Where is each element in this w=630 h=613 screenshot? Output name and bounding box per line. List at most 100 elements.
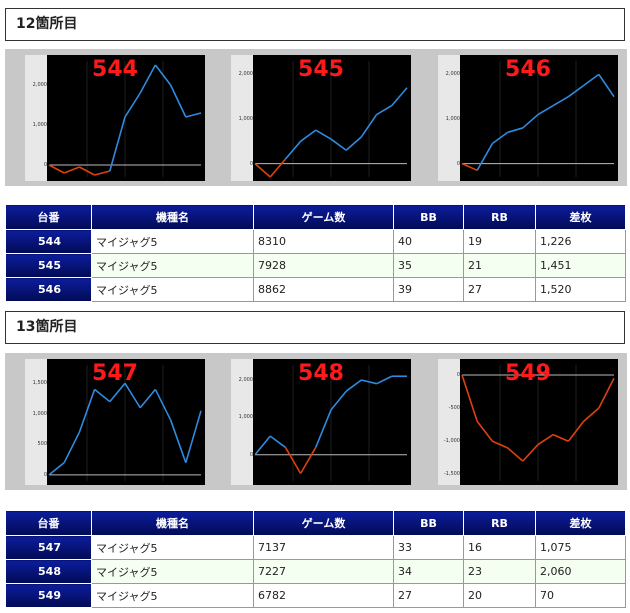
table-row: 547 マイジャグ5 7137 33 16 1,075 <box>5 535 626 560</box>
header-games: ゲーム数 <box>253 204 394 230</box>
series-segment <box>522 113 539 129</box>
rb-count: 23 <box>463 559 536 584</box>
y-tick-label: 2,000 <box>238 71 253 78</box>
coin-diff: 1,226 <box>535 229 626 254</box>
machine-number: 547 <box>5 535 92 560</box>
coin-diff: 1,520 <box>535 277 626 302</box>
series-segment <box>185 112 202 118</box>
table-row: 548 マイジャグ5 7227 34 23 2,060 <box>5 559 626 584</box>
y-tick-label: 0 <box>43 471 47 478</box>
series-segment <box>552 96 569 107</box>
model-name: マイジャグ5 <box>91 229 254 254</box>
rb-count: 27 <box>463 277 536 302</box>
series-segment <box>330 138 347 151</box>
series-segment <box>124 382 141 409</box>
machine-number: 548 <box>5 559 92 584</box>
section-title-13: 13箇所目 <box>5 311 625 344</box>
y-tick-label: 1,000 <box>238 116 253 122</box>
series-segment <box>94 170 111 176</box>
series-segment <box>345 136 362 151</box>
y-tick-label: 2,000 <box>445 71 460 78</box>
model-name: マイジャグ5 <box>91 583 254 608</box>
coin-diff: 2,060 <box>535 559 626 584</box>
y-tick-label: 0 <box>456 371 460 378</box>
graph-544: 544 2,000 1,000 0 <box>25 55 205 181</box>
game-count: 8862 <box>253 277 394 302</box>
y-tick-label: 2,000 <box>32 82 47 88</box>
header-model: 機種名 <box>91 510 254 536</box>
bb-count: 33 <box>393 535 464 560</box>
bb-count: 40 <box>393 229 464 254</box>
machine-table-13: 台番 機種名 ゲーム数 BB RB 差枚 547 マイジャグ5 7137 33 … <box>5 510 626 608</box>
series-segment <box>391 87 408 107</box>
machine-number: 546 <box>5 277 92 302</box>
graph-number-546: 546 <box>505 57 551 82</box>
series-segment <box>507 127 524 134</box>
graph-number-548: 548 <box>298 361 344 386</box>
series-segment <box>269 158 287 178</box>
graph-number-549: 549 <box>505 361 551 386</box>
header-games: ゲーム数 <box>253 510 394 536</box>
y-tick-label: 500 <box>37 441 47 448</box>
series-segment <box>254 163 271 178</box>
series-segment <box>583 407 600 422</box>
series-segment <box>537 104 554 116</box>
table-row: 546 マイジャグ5 8862 39 27 1,520 <box>5 277 626 302</box>
coin-diff: 70 <box>535 583 626 608</box>
y-tick-label: 1,500 <box>32 380 47 387</box>
graph-number-544: 544 <box>92 57 138 82</box>
section-title-12: 12箇所目 <box>5 8 625 41</box>
header-rb: RB <box>463 510 536 536</box>
header-machine-number: 台番 <box>5 204 92 230</box>
header-rb: RB <box>463 204 536 230</box>
y-tick-label: 1,000 <box>445 116 460 122</box>
series-segment <box>254 435 271 456</box>
header-bb: BB <box>393 510 464 536</box>
series-segment <box>185 410 202 463</box>
graph-545: 545 2,000 1,000 0 <box>231 55 411 181</box>
series-segment <box>63 431 81 464</box>
y-tick-label: -1,000 <box>443 438 460 445</box>
game-count: 6782 <box>253 583 394 608</box>
series-segment <box>552 433 569 442</box>
table-row: 544 マイジャグ5 8310 40 19 1,226 <box>5 229 626 254</box>
series-segment <box>109 116 126 172</box>
bb-count: 27 <box>393 583 464 608</box>
machine-number: 544 <box>5 229 92 254</box>
series-segment <box>476 420 494 442</box>
series-segment <box>315 409 332 448</box>
bb-count: 34 <box>393 559 464 584</box>
model-name: マイジャグ5 <box>91 559 254 584</box>
table-row: 549 マイジャグ5 6782 27 20 70 <box>5 583 626 608</box>
y-tick-label: 1,000 <box>32 122 47 128</box>
graph-number-545: 545 <box>298 57 344 82</box>
machine-table-12: 台番 機種名 ゲーム数 BB RB 差枚 544 マイジャグ5 8310 40 … <box>5 204 626 302</box>
series-segment <box>330 390 347 411</box>
series-segment <box>124 92 141 118</box>
series-segment <box>139 388 157 409</box>
series-segment <box>537 433 554 446</box>
series-segment <box>476 143 494 171</box>
graph-number-547: 547 <box>92 361 138 386</box>
y-tick-label: 0 <box>249 160 253 167</box>
series-segment <box>300 129 317 142</box>
series-segment <box>48 462 65 476</box>
series-segment <box>169 84 187 118</box>
graph-549: 549 0 -500 -1,000 -1,500 <box>438 359 618 485</box>
y-tick-label: 1,000 <box>32 410 47 417</box>
rb-count: 16 <box>463 535 536 560</box>
header-diff: 差枚 <box>535 510 626 536</box>
graph-547: 547 1,500 1,000 500 0 <box>25 359 205 485</box>
game-count: 7137 <box>253 535 394 560</box>
y-tick-label: -500 <box>448 405 460 412</box>
graph-546: 546 2,000 1,000 0 <box>438 55 618 181</box>
rb-count: 20 <box>463 583 536 608</box>
series-segment <box>507 447 524 462</box>
y-tick-label: 2,000 <box>238 376 253 383</box>
series-segment <box>461 162 478 172</box>
table-row: 545 マイジャグ5 7928 35 21 1,451 <box>5 253 626 278</box>
machine-number: 545 <box>5 253 92 278</box>
rb-count: 19 <box>463 229 536 254</box>
header-machine-number: 台番 <box>5 510 92 536</box>
series-segment <box>109 382 126 403</box>
